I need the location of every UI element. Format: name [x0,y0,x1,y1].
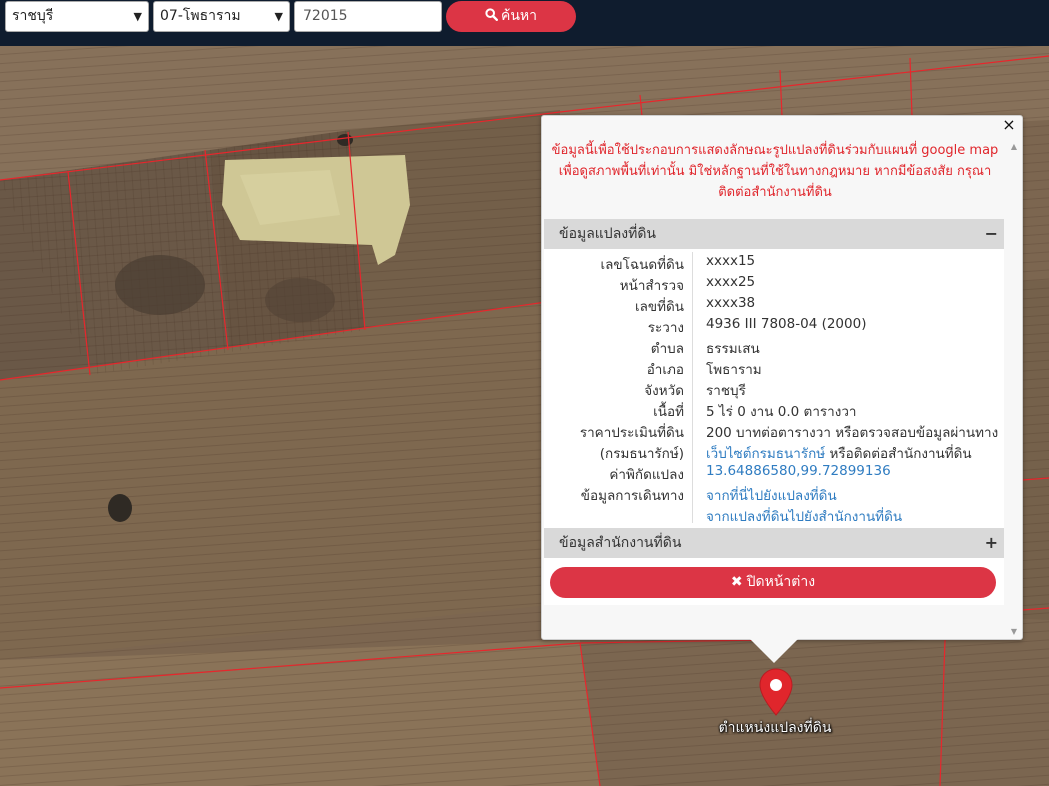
info-row-coordinates: ค่าพิกัดแปลง 13.64886580,99.72899136 [544,463,1004,484]
info-row-title-deed: เลขโฉนดที่ดิน xxxx15 [544,253,1004,274]
popup-scrollbar[interactable]: ▲ ▼ [1008,142,1020,636]
info-value: xxxx25 [706,274,756,290]
info-row-directions-office: จากแปลงที่ดินไปยังสำนักงานที่ดิน [544,505,1004,526]
info-row-district: อำเภอ โพธาราม [544,358,1004,379]
popup-pointer [750,639,798,663]
times-icon: ✖ [730,574,743,590]
info-label: ค่าพิกัดแปลง [609,467,684,483]
scroll-up-icon[interactable]: ▲ [1008,142,1020,151]
info-label: (กรมธนารักษ์) [599,446,684,462]
district-select-value: 07-โพธาราม [160,8,241,24]
notice-line: เพื่อดูสภาพพื้นที่เท่านั้น มิใช่หลักฐานท… [558,164,992,179]
info-row-area: เนื้อที่ 5 ไร่ 0 งาน 0.0 ตารางวา [544,400,1004,421]
info-row-subdistrict: ตำบล ธรรมเสน [544,337,1004,358]
info-row-map-sheet: ระวาง 4936 III 7808-04 (2000) [544,316,1004,337]
info-value-rest: หรือติดต่อสำนักงานที่ดิน [825,446,972,462]
close-window-label: ปิดหน้าต่าง [746,574,816,590]
info-label: เลขโฉนดที่ดิน [600,257,684,273]
close-window-button[interactable]: ✖ ปิดหน้าต่าง [550,567,996,598]
parcel-info-popup: × ข้อมูลนี้เพื่อใช้ประกอบการแสดงลักษณะรู… [541,115,1023,640]
popup-close-x: × [1002,115,1016,134]
search-toolbar: ราชบุรี ▼ 07-โพธาราม ▼ 72015 ค้นหา [0,0,1049,46]
marker-label: ตำแหน่งแปลงที่ดิน [718,720,832,736]
map-pin-icon[interactable] [758,667,794,717]
info-label: ข้อมูลการเดินทาง [580,488,684,504]
info-row-treasury: (กรมธนารักษ์) เว็บไซต์กรมธนารักษ์ หรือติ… [544,442,1004,463]
treasury-website-link[interactable]: เว็บไซต์กรมธนารักษ์ [706,446,825,462]
info-label: จังหวัด [644,383,684,399]
search-button[interactable]: ค้นหา [446,1,576,32]
search-icon [485,8,498,22]
info-label: หน้าสำรวจ [619,278,684,294]
info-value: ธรรมเสน [706,341,760,357]
search-button-label: ค้นหา [500,8,538,24]
info-value: xxxx38 [706,295,756,311]
close-icon[interactable]: × [1000,116,1018,134]
info-value: 4936 III 7808-04 (2000) [706,316,867,332]
info-row-land-number: เลขที่ดิน xxxx38 [544,295,1004,316]
info-row-appraisal-price: ราคาประเมินที่ดิน 200 บาทต่อตารางวา หรือ… [544,421,1004,442]
notice-line: ข้อมูลนี้เพื่อใช้ประกอบการแสดงลักษณะรูปแ… [551,143,999,158]
info-value: xxxx15 [706,253,756,269]
chevron-down-icon: ▼ [133,10,142,23]
parcel-number-input[interactable]: 72015 [294,1,442,32]
info-row-directions: ข้อมูลการเดินทาง จากที่นี่ไปยังแปลงที่ดิ… [544,484,1004,505]
notice-line: ติดต่อสำนักงานที่ดิน [718,185,832,200]
info-value: 5 ไร่ 0 งาน 0.0 ตารางวา [706,404,857,420]
land-office-section-header[interactable]: ข้อมูลสำนักงานที่ดิน + [544,528,1004,558]
info-label: ตำบล [650,341,684,357]
info-value: ราชบุรี [706,383,746,399]
land-info-section-title: ข้อมูลแปลงที่ดิน [559,226,657,242]
info-label: เนื้อที่ [653,404,684,420]
info-row-survey-page: หน้าสำรวจ xxxx25 [544,274,1004,295]
info-label: เลขที่ดิน [634,299,684,315]
minus-icon[interactable]: − [985,219,998,249]
directions-to-office-link[interactable]: จากแปลงที่ดินไปยังสำนักงานที่ดิน [706,505,902,527]
coordinates-link[interactable]: 13.64886580,99.72899136 [706,463,891,479]
info-label: ระวาง [647,320,684,336]
close-button-area: ✖ ปิดหน้าต่าง [544,558,1004,605]
parcel-number-value: 72015 [303,8,348,24]
plus-icon[interactable]: + [985,528,998,558]
province-select-value: ราชบุรี [12,8,54,24]
info-row-province: จังหวัด ราชบุรี [544,379,1004,400]
chevron-down-icon: ▼ [274,10,283,23]
info-value: เว็บไซต์กรมธนารักษ์ หรือติดต่อสำนักงานที… [706,442,972,464]
province-select[interactable]: ราชบุรี ▼ [5,1,149,32]
info-value: 200 บาทต่อตารางวา หรือตรวจสอบข้อมูลผ่านท… [706,425,999,441]
district-select[interactable]: 07-โพธาราม ▼ [153,1,290,32]
directions-to-parcel-link[interactable]: จากที่นี่ไปยังแปลงที่ดิน [706,484,837,506]
land-info-section-header[interactable]: ข้อมูลแปลงที่ดิน − [544,219,1004,249]
scroll-down-icon[interactable]: ▼ [1008,627,1020,636]
land-office-section-title: ข้อมูลสำนักงานที่ดิน [559,535,682,551]
land-info-table: เลขโฉนดที่ดิน xxxx15 หน้าสำรวจ xxxx25 เล… [544,249,1004,528]
info-label: ราคาประเมินที่ดิน [579,425,684,441]
info-value: โพธาราม [706,362,762,378]
disclaimer-notice: ข้อมูลนี้เพื่อใช้ประกอบการแสดงลักษณะรูปแ… [542,140,1008,203]
info-label: อำเภอ [646,362,684,378]
